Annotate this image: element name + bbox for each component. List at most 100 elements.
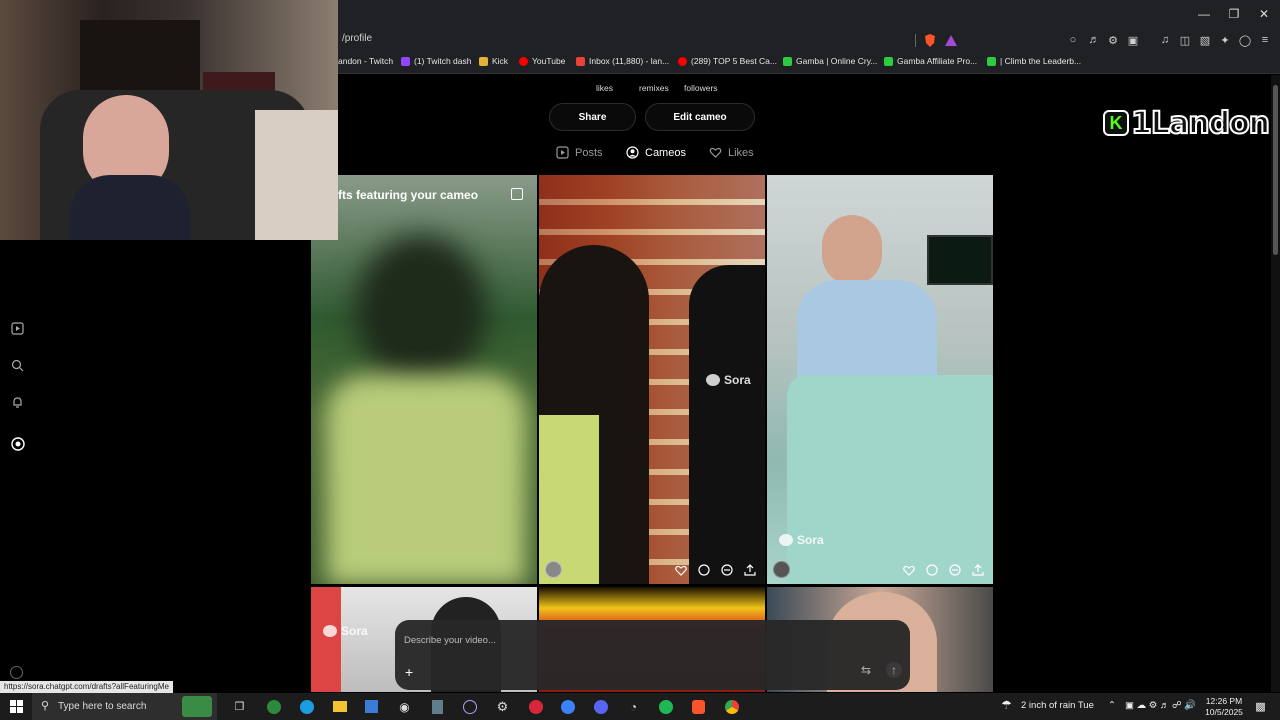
drafts-tile[interactable]: fts featuring your cameo: [311, 175, 537, 584]
bookmark-youtube[interactable]: YouTube: [519, 56, 565, 66]
taskbar-clock[interactable]: 12:26 PM 10/5/2025: [1200, 696, 1248, 718]
leo-ai-icon[interactable]: ✦: [1218, 33, 1232, 47]
remix-icon[interactable]: [720, 563, 734, 577]
tab-likes[interactable]: Likes: [709, 146, 754, 159]
share-icon[interactable]: [971, 563, 985, 577]
menu-icon[interactable]: ≡: [1258, 33, 1272, 47]
submit-arrow-icon[interactable]: ↑: [886, 662, 902, 678]
taskbar-search[interactable]: ⚲ Type here to search: [32, 693, 217, 720]
edge-icon[interactable]: [298, 698, 315, 715]
sora-text: Sora: [724, 373, 751, 387]
minimize-button[interactable]: —: [1187, 4, 1221, 24]
tab-posts[interactable]: Posts: [556, 146, 603, 159]
sora-logo-icon: [323, 625, 337, 637]
edit-cameo-button[interactable]: Edit cameo: [645, 103, 755, 131]
app-gauge-icon[interactable]: ◔: [625, 698, 642, 715]
screenshot-icon[interactable]: ▣: [1126, 33, 1140, 47]
share-icon[interactable]: [743, 563, 757, 577]
weather-text[interactable]: 2 inch of rain Tue: [1021, 700, 1094, 711]
youtube-icon: [678, 56, 687, 66]
bed-sheet: [787, 375, 993, 584]
drafts-icon[interactable]: [511, 188, 523, 200]
sidebar-icon[interactable]: ◫: [1178, 33, 1192, 47]
like-icon[interactable]: [902, 563, 916, 577]
scrollbar-thumb[interactable]: [1273, 85, 1278, 255]
xbox-icon[interactable]: [265, 698, 282, 715]
share-button[interactable]: Share: [549, 103, 636, 131]
avatar[interactable]: [545, 561, 562, 578]
app-blue-icon[interactable]: [559, 698, 576, 715]
tab-cameos[interactable]: Cameos: [626, 146, 686, 159]
bookmark-top5[interactable]: (289) TOP 5 Best Ca...: [678, 56, 777, 66]
bookmark-kick[interactable]: Kick: [479, 56, 508, 66]
gamba-icon: [987, 56, 996, 66]
bookmark-leaderboard[interactable]: | Climb the Leaderb...: [987, 56, 1081, 66]
avatar[interactable]: [773, 561, 790, 578]
prompt-input[interactable]: Describe your video...: [404, 635, 496, 646]
obs-icon[interactable]: ◉: [396, 698, 413, 715]
bookmark-twitch-dash[interactable]: (1) Twitch dash: [401, 56, 471, 66]
media-icon[interactable]: ♫: [1158, 33, 1172, 47]
sora-text: Sora: [797, 533, 824, 547]
calculator-icon[interactable]: [429, 698, 446, 715]
tray-icons[interactable]: ▣ ☁ ⚙ ♬ ☍ 🔊: [1125, 700, 1196, 711]
sora-watermark: Sora: [706, 373, 751, 387]
bookmark-gamba-affiliate[interactable]: Gamba Affiliate Pro...: [884, 56, 977, 66]
clock-time: 12:26 PM: [1205, 696, 1243, 706]
remix-icon[interactable]: [948, 563, 962, 577]
audio-icon[interactable]: ♬: [1087, 33, 1101, 47]
bookmark-gmail[interactable]: Inbox (11,880) - lan...: [576, 56, 669, 66]
nav-search-icon[interactable]: [10, 358, 25, 373]
play-square-icon: [556, 146, 569, 159]
brave-rewards-icon[interactable]: [944, 33, 958, 47]
gamba-icon: [783, 56, 792, 66]
discord-icon[interactable]: [592, 698, 609, 715]
pillow: [255, 110, 338, 240]
reader-icon[interactable]: ○: [1066, 33, 1080, 47]
heart-icon: [709, 147, 722, 158]
nav-settings-icon[interactable]: [10, 666, 23, 679]
url-text[interactable]: /profile: [342, 33, 372, 44]
brave-shield-icon[interactable]: [923, 33, 937, 47]
brave-icon[interactable]: [690, 698, 707, 715]
media-player-icon[interactable]: [461, 698, 478, 715]
kick-logo-icon: K: [1103, 110, 1129, 136]
vpn-icon[interactable]: ◯: [1238, 33, 1252, 47]
weather-icon[interactable]: ☂: [1001, 698, 1012, 712]
video-tile[interactable]: Sora: [767, 175, 993, 584]
bookmark-label: Gamba Affiliate Pro...: [897, 56, 978, 66]
prompt-composer: Describe your video... + ⇆ ↑: [395, 620, 910, 690]
nav-profile-icon[interactable]: [10, 436, 25, 451]
extensions-icon[interactable]: ⚙: [1106, 33, 1120, 47]
nav-home-icon[interactable]: [10, 321, 25, 336]
restore-button[interactable]: ❐: [1217, 4, 1251, 24]
store-icon[interactable]: [363, 698, 380, 715]
video-tile[interactable]: Sora: [539, 175, 765, 584]
add-attachment-button[interactable]: +: [405, 664, 413, 680]
bookmark-gamba[interactable]: Gamba | Online Cry...: [783, 56, 877, 66]
wallet-icon[interactable]: ▧: [1198, 33, 1212, 47]
spotify-icon[interactable]: [657, 698, 674, 715]
notifications-icon[interactable]: ▩: [1252, 698, 1269, 715]
settings-icon[interactable]: ⚙: [494, 698, 511, 715]
sora-logo-icon: [779, 534, 793, 546]
task-view-icon[interactable]: ❐: [231, 698, 248, 715]
app-red-icon[interactable]: [527, 698, 544, 715]
comment-icon[interactable]: [697, 563, 711, 577]
sora-text: Sora: [341, 624, 368, 638]
cameo-icon: [626, 146, 639, 159]
file-explorer-icon[interactable]: [331, 698, 348, 715]
windows-start-icon[interactable]: [8, 698, 25, 715]
webcam-overlay: [0, 0, 338, 240]
like-icon[interactable]: [674, 563, 688, 577]
tray-chevron-icon[interactable]: ⌃: [1108, 700, 1116, 711]
close-window-button[interactable]: ✕: [1247, 4, 1280, 24]
overlay-logo-text: 1Landon: [1130, 105, 1271, 142]
bookmark-twitch[interactable]: andon - Twitch: [338, 56, 393, 66]
comment-icon[interactable]: [925, 563, 939, 577]
settings-sliders-icon[interactable]: ⇆: [858, 662, 874, 678]
nav-notifications-icon[interactable]: [10, 395, 25, 410]
chrome-icon[interactable]: [723, 698, 740, 715]
page-scrollbar[interactable]: [1271, 75, 1280, 692]
blurred-shirt: [326, 375, 526, 584]
